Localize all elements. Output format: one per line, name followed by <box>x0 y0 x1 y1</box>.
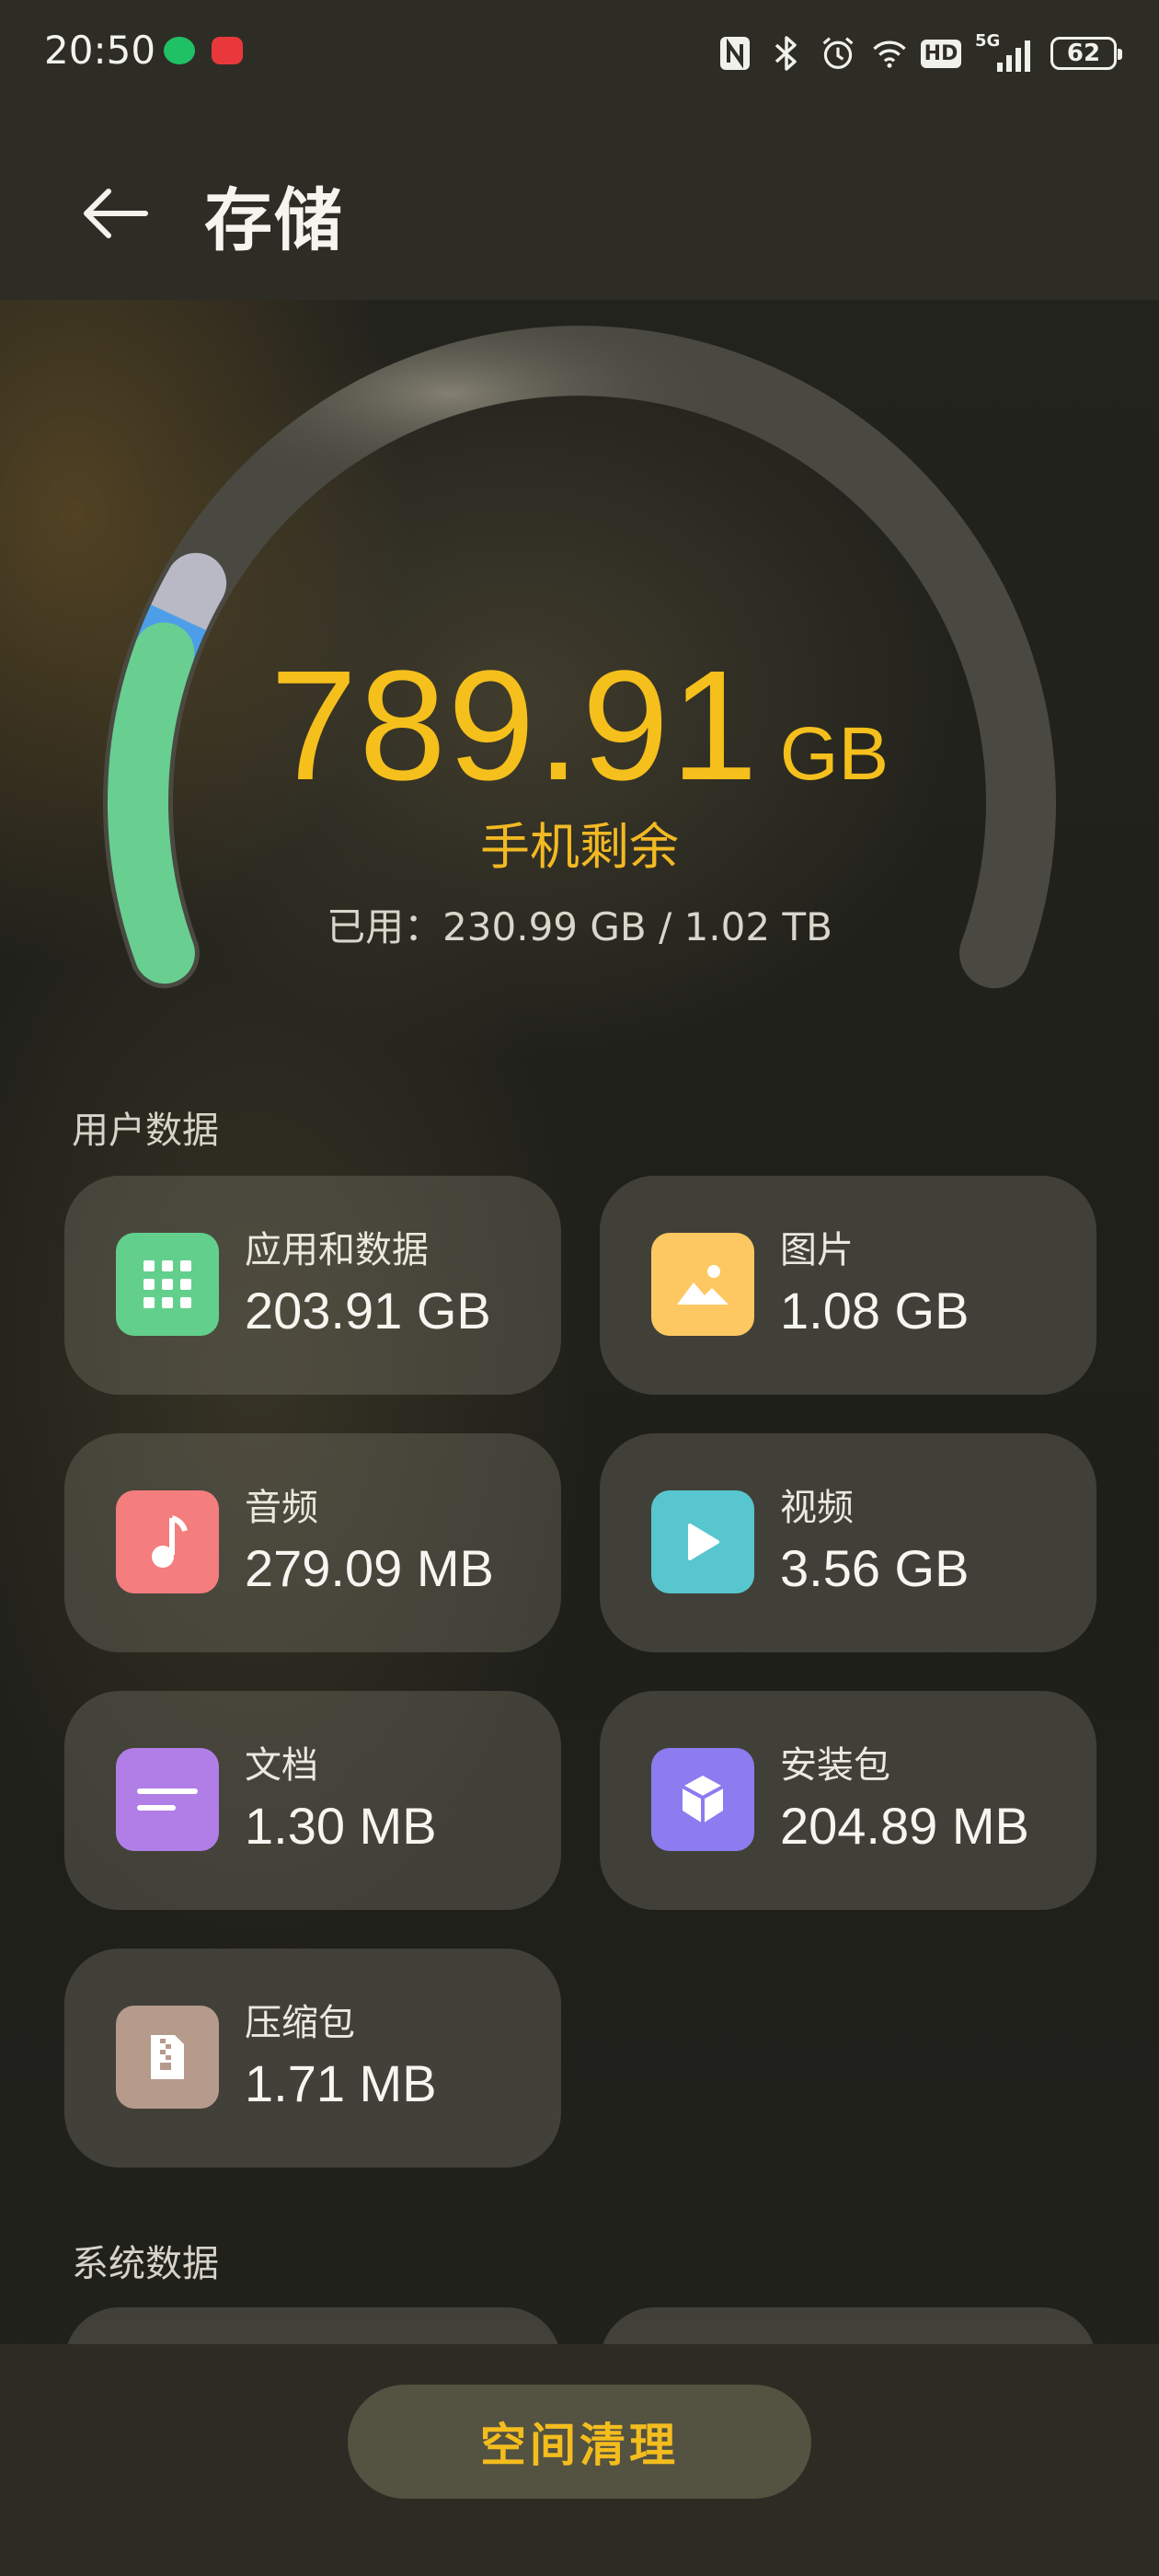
image-icon <box>651 1233 754 1336</box>
category-card-archives[interactable]: 压缩包 1.71 MB <box>64 1949 561 2168</box>
document-icon <box>116 1748 219 1851</box>
app-notification-icon <box>212 37 243 64</box>
section-title-user-data: 用户数据 <box>72 1110 219 1152</box>
apps-grid-icon <box>116 1233 219 1336</box>
bluetooth-icon <box>769 33 804 74</box>
space-cleanup-button[interactable]: 空间清理 <box>348 2385 811 2499</box>
alarm-icon <box>820 33 855 74</box>
category-size: 1.30 MB <box>245 1797 437 1855</box>
nfc-icon <box>717 33 752 74</box>
category-name: 文档 <box>245 1744 318 1787</box>
category-name: 应用和数据 <box>245 1229 429 1271</box>
wechat-icon <box>164 37 195 64</box>
storage-gauge: 789.91 GB 手机剩余 已用：230.99 GB / 1.02 TB <box>0 300 1159 1054</box>
status-icons: HD 5G 62 <box>717 26 1122 81</box>
free-space-label: 手机剩余 <box>480 818 679 876</box>
wifi-icon <box>872 33 907 74</box>
category-size: 1.08 GB <box>780 1282 970 1340</box>
back-arrow-icon <box>84 189 148 238</box>
category-name: 压缩包 <box>245 2002 355 2044</box>
category-name: 安装包 <box>780 1744 890 1787</box>
free-space-readout: 789.91 GB <box>0 636 1159 816</box>
status-time: 20:50 <box>44 28 156 73</box>
package-cube-icon <box>651 1748 754 1851</box>
page-title: 存储 <box>204 181 344 260</box>
category-size: 3.56 GB <box>780 1539 970 1597</box>
used-space-text: 已用：230.99 GB / 1.02 TB <box>327 904 832 949</box>
category-card-audio[interactable]: 音频 279.09 MB <box>64 1433 561 1652</box>
back-button[interactable] <box>79 177 153 250</box>
category-card-packages[interactable]: 安装包 204.89 MB <box>600 1691 1096 1910</box>
battery-icon: 62 <box>1050 37 1122 70</box>
music-note-icon <box>116 1490 219 1593</box>
free-space-value: 789.91 <box>270 638 760 813</box>
category-card-apps[interactable]: 应用和数据 203.91 GB <box>64 1176 561 1395</box>
app-header: 存储 <box>0 110 1159 300</box>
gauge-segment-other <box>148 553 227 649</box>
category-size: 204.89 MB <box>780 1797 1029 1855</box>
signal-icon: 5G <box>975 31 1034 74</box>
category-card-video[interactable]: 视频 3.56 GB <box>600 1433 1096 1652</box>
category-name: 音频 <box>245 1487 318 1529</box>
category-size: 1.71 MB <box>245 2054 437 2112</box>
section-title-system-data: 系统数据 <box>72 2243 219 2285</box>
play-icon <box>651 1490 754 1593</box>
status-bar: 20:50 HD 5G 62 <box>0 0 1159 110</box>
category-size: 203.91 GB <box>245 1282 491 1340</box>
category-card-documents[interactable]: 文档 1.30 MB <box>64 1691 561 1910</box>
category-card-photos[interactable]: 图片 1.08 GB <box>600 1176 1096 1395</box>
gauge-highlight <box>162 325 835 616</box>
hd-icon: HD <box>920 33 962 74</box>
category-size: 279.09 MB <box>245 1539 494 1597</box>
zip-file-icon <box>116 2006 219 2109</box>
free-space-unit: GB <box>779 712 889 796</box>
category-name: 视频 <box>780 1487 854 1529</box>
category-name: 图片 <box>780 1229 854 1271</box>
